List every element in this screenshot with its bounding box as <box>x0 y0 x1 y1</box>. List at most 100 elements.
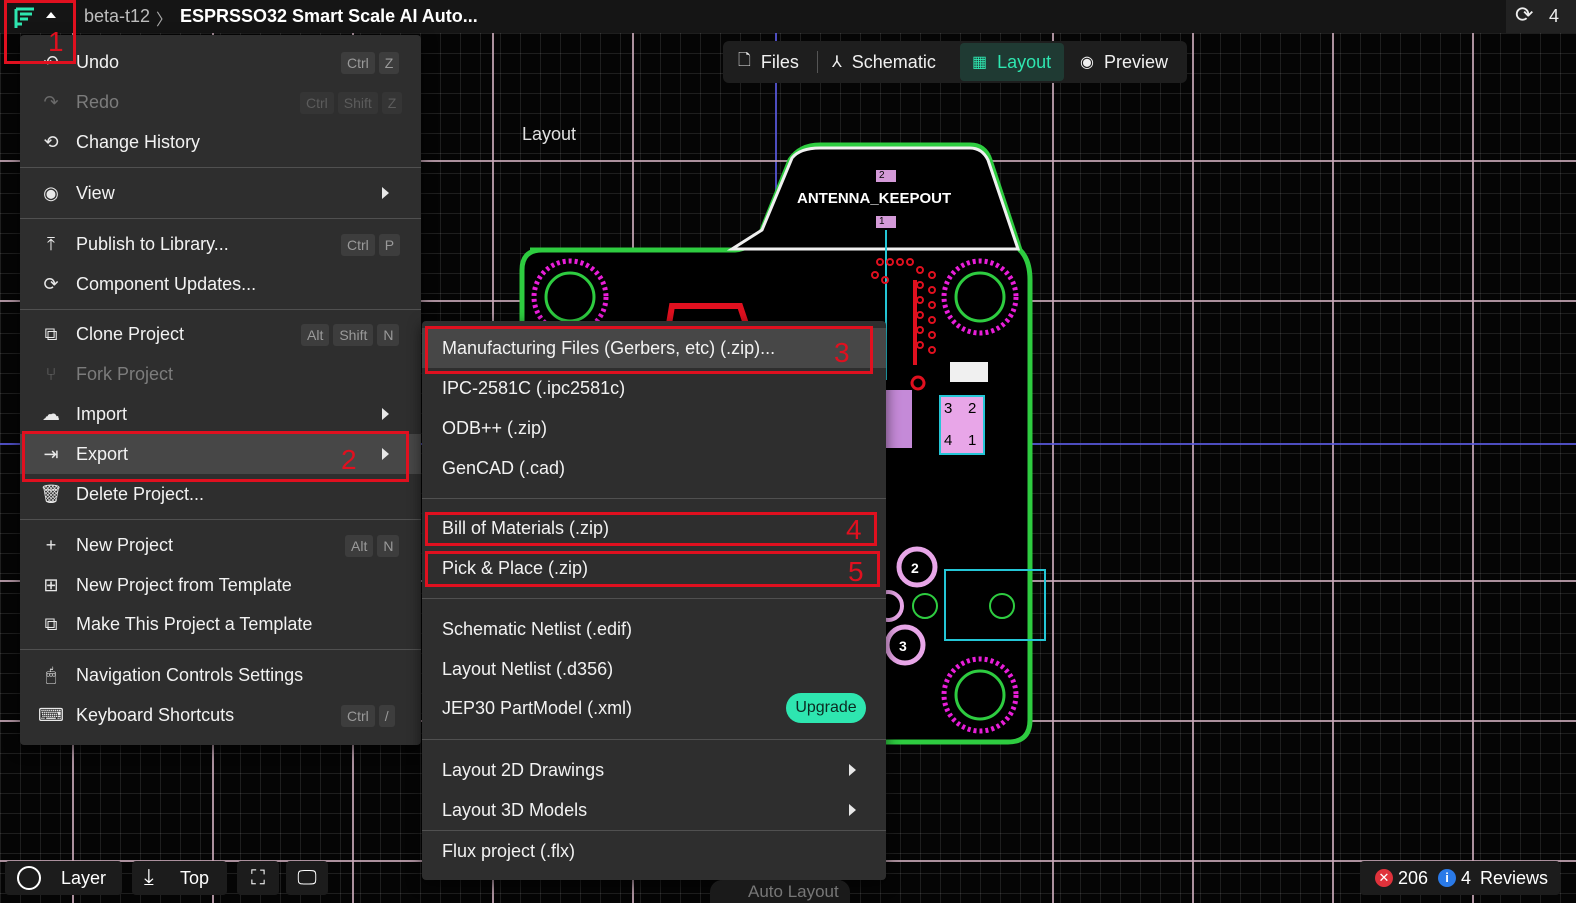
sync-button[interactable]: ⟳ 4 <box>1506 0 1576 33</box>
sync-count: 4 <box>1549 6 1560 26</box>
side-label: Top <box>180 868 210 888</box>
monitor-icon: 🖵 <box>297 866 317 889</box>
smd-component <box>950 362 988 382</box>
export-layout-netlist[interactable]: Layout Netlist (.d356) <box>422 649 886 689</box>
menu-item-make-template[interactable]: ⧉ Make This Project a Template <box>20 604 421 644</box>
ic-chip <box>886 390 912 448</box>
eye-icon: ◉ <box>1080 54 1094 71</box>
export-ipc-2581c[interactable]: IPC-2581C (.ipc2581c) <box>422 368 886 408</box>
fullscreen-button[interactable]: ⛶ <box>237 861 279 895</box>
menu-divider <box>422 498 886 499</box>
download-icon: ⤓ <box>144 864 154 889</box>
shortcut-key: Alt <box>345 535 374 557</box>
export-odb[interactable]: ODB++ (.zip) <box>422 408 886 448</box>
grid-line <box>1332 33 1334 903</box>
shortcut-key: N <box>377 535 400 557</box>
menu-divider <box>20 309 421 310</box>
review-status[interactable]: ✕ 206 i 4 Reviews <box>1360 861 1560 895</box>
top-bar: beta-t12 〉 ESPRSSO32 Smart Scale AI Auto… <box>0 0 1576 33</box>
shortcut-key: P <box>378 234 401 256</box>
pad-label: 2 <box>911 560 919 576</box>
shortcut-key: Shift <box>333 324 374 346</box>
reviews-label: Reviews <box>1480 868 1549 888</box>
grid-line <box>1192 33 1194 903</box>
mouse-icon: 🖱 <box>45 664 57 685</box>
export-submenu: Manufacturing Files (Gerbers, etc) (.zip… <box>422 321 886 880</box>
menu-item-navigation-settings[interactable]: 🖱 Navigation Controls Settings <box>20 655 421 695</box>
chevron-right-icon <box>382 408 389 420</box>
project-title[interactable]: ESPRSSO32 Smart Scale AI Auto... <box>180 6 478 27</box>
export-gencad[interactable]: GenCAD (.cad) <box>422 448 886 488</box>
info-count: 4 <box>1461 868 1472 888</box>
export-flux-project[interactable]: Flux project (.flx) <box>422 831 886 871</box>
annotation-number: 4 <box>846 514 862 545</box>
tab-schematic[interactable]: ⅄ Schematic <box>832 44 936 80</box>
chevron-right-icon <box>849 764 856 776</box>
redo-icon: ↷ <box>43 91 59 112</box>
file-icon: 🗋 <box>738 51 751 69</box>
shortcut-key: Ctrl <box>341 234 375 256</box>
cloud-upload-icon: ☁ <box>42 403 60 424</box>
pad-label: 3 <box>944 400 953 417</box>
shortcut-key: Shift <box>337 92 378 114</box>
keyboard-icon: ⌨ <box>38 704 64 725</box>
shortcut-key: Z <box>381 92 403 114</box>
menu-item-component-updates[interactable]: ⟳ Component Updates... <box>20 264 421 304</box>
copy-icon: ⧉ <box>44 323 58 344</box>
tab-layout[interactable]: ▦ Layout <box>972 44 1051 80</box>
menu-item-view[interactable]: ◉ View <box>20 173 421 213</box>
shortcut-key: N <box>377 324 400 346</box>
shortcut-key: Alt <box>301 324 330 346</box>
annotation-box-4 <box>425 512 877 546</box>
template-icon: ⧉ <box>44 613 58 634</box>
tab-files[interactable]: 🗋 Files <box>738 44 799 80</box>
fullscreen-icon: ⛶ <box>251 866 265 889</box>
layer-label: Layer <box>61 868 107 888</box>
layer-button[interactable]: Layer <box>5 861 122 895</box>
menu-item-new-from-template[interactable]: ⊞ New Project from Template <box>20 565 421 605</box>
layout-icon: ▦ <box>972 54 988 71</box>
auto-layout-button[interactable]: Auto Layout <box>710 880 850 903</box>
menu-divider <box>422 598 886 599</box>
menu-divider <box>20 519 421 520</box>
annotation-box-5 <box>425 551 880 587</box>
plus-box-icon: ⊞ <box>43 574 59 595</box>
tab-preview[interactable]: ◉ Preview <box>1080 44 1168 80</box>
pad-label: 2 <box>968 400 977 417</box>
annotation-number: 5 <box>848 556 864 587</box>
breadcrumb-separator: 〉 <box>156 12 173 29</box>
display-button[interactable]: 🖵 <box>286 861 328 895</box>
chevron-right-icon <box>849 804 856 816</box>
plus-icon: + <box>45 534 57 555</box>
shortcut-key: Z <box>378 52 400 74</box>
shortcut-key: / <box>378 705 395 727</box>
circle-icon <box>17 866 41 890</box>
pad-label: 2 <box>879 170 885 181</box>
error-count: 206 <box>1398 868 1429 888</box>
export-layout-3d-models[interactable]: Layout 3D Models <box>422 790 886 830</box>
pad-label: 4 <box>944 432 953 449</box>
menu-item-change-history[interactable]: ⟲ Change History <box>20 122 421 162</box>
main-menu: ↶ Undo Ctrl Z ↷ Redo Ctrl Shift Z ⟲ Change His… <box>20 35 421 745</box>
refresh-icon: ⟳ <box>43 273 59 294</box>
annotation-box-1 <box>4 0 76 64</box>
export-schematic-netlist[interactable]: Schematic Netlist (.edif) <box>422 609 886 649</box>
workspace-breadcrumb[interactable]: beta-t12 <box>84 6 150 27</box>
trash-icon: 🗑 <box>39 483 63 504</box>
menu-divider <box>20 218 421 219</box>
menu-item-fork: ⑂ Fork Project <box>20 354 421 394</box>
side-button[interactable]: ⤓ Top <box>132 861 227 895</box>
upgrade-badge[interactable]: Upgrade <box>786 693 866 723</box>
pad-label: 1 <box>968 432 977 449</box>
chevron-right-icon <box>382 187 389 199</box>
keepout-label: ANTENNA_KEEPOUT <box>797 190 952 207</box>
annotation-number: 2 <box>341 444 357 475</box>
menu-divider <box>422 739 886 740</box>
export-layout-2d-drawings[interactable]: Layout 2D Drawings <box>422 750 886 790</box>
menu-item-import[interactable]: ☁ Import <box>20 394 421 434</box>
shortcut-key: Ctrl <box>300 92 334 114</box>
eye-icon: ◉ <box>43 182 59 203</box>
error-icon: ✕ <box>1375 869 1393 887</box>
fork-icon: ⑂ <box>45 363 57 384</box>
info-icon: i <box>1438 869 1456 887</box>
